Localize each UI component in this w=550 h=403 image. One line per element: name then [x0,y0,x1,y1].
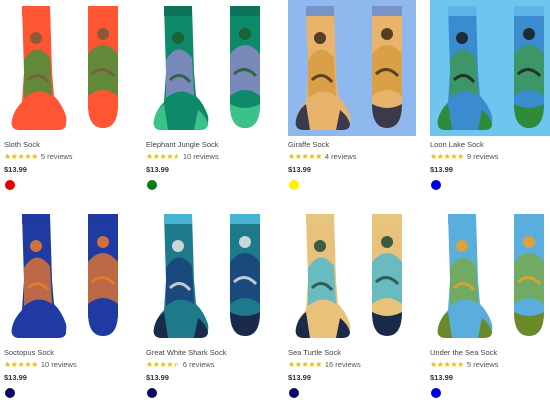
color-swatch[interactable] [5,180,15,190]
product-image[interactable] [4,208,132,344]
color-swatch[interactable] [5,388,15,398]
product-image[interactable] [146,208,274,344]
product-card[interactable]: Soctopus Sock ★★★★★ ★★★★★ 10 reviews $13… [4,208,132,403]
product-price: $13.99 [288,165,311,174]
product-name[interactable]: Soctopus Sock [4,348,54,357]
product-image[interactable] [430,208,550,344]
product-rating[interactable]: ★★★★★ ★★★★★ 5 reviews [4,152,73,161]
product-name[interactable]: Sea Turtle Sock [288,348,341,357]
product-card[interactable]: Elephant Jungle Sock ★★★★★ ★★★★★ 10 revi… [146,0,274,195]
star-rating-icon: ★★★★★ ★★★★★ [288,360,322,369]
star-rating-fill: ★★★★★ [288,360,322,369]
product-rating[interactable]: ★★★★★ ★★★★★ 10 reviews [4,360,77,369]
star-rating-fill: ★★★★★ [4,360,38,369]
product-price: $13.99 [430,165,453,174]
product-name[interactable]: Loon Lake Sock [430,140,484,149]
star-rating-fill: ★★★★★ [430,152,464,161]
star-rating-fill: ★★★★★ [4,152,38,161]
product-card[interactable]: Giraffe Sock ★★★★★ ★★★★★ 4 reviews $13.9… [288,0,416,195]
product-price: $13.99 [430,373,453,382]
product-rating[interactable]: ★★★★★ ★★★★★ 10 reviews [146,152,219,161]
product-rating[interactable]: ★★★★★ ★★★★★ 5 reviews [430,360,499,369]
product-price: $13.99 [146,373,169,382]
star-rating-icon: ★★★★★ ★★★★★ [146,360,180,369]
star-rating-icon: ★★★★★ ★★★★★ [4,360,38,369]
product-price: $13.99 [4,373,27,382]
product-image[interactable] [288,208,416,344]
star-rating-fill: ★★★★★ [146,360,176,369]
color-swatch[interactable] [431,388,441,398]
product-name[interactable]: Under the Sea Sock [430,348,497,357]
star-rating-icon: ★★★★★ ★★★★★ [4,152,38,161]
review-count[interactable]: 4 reviews [325,152,357,161]
product-rating[interactable]: ★★★★★ ★★★★★ 6 reviews [146,360,215,369]
star-rating-icon: ★★★★★ ★★★★★ [146,152,180,161]
product-image[interactable] [4,0,132,136]
review-count[interactable]: 10 reviews [183,152,219,161]
product-rating[interactable]: ★★★★★ ★★★★★ 9 reviews [430,152,499,161]
product-price: $13.99 [4,165,27,174]
product-card[interactable]: Sea Turtle Sock ★★★★★ ★★★★★ 16 reviews $… [288,208,416,403]
review-count[interactable]: 5 reviews [41,152,73,161]
color-swatch[interactable] [289,388,299,398]
product-price: $13.99 [146,165,169,174]
review-count[interactable]: 9 reviews [467,152,499,161]
star-rating-fill: ★★★★★ [430,360,464,369]
product-image[interactable] [430,0,550,136]
product-rating[interactable]: ★★★★★ ★★★★★ 4 reviews [288,152,357,161]
product-name[interactable]: Sloth Sock [4,140,40,149]
product-name[interactable]: Giraffe Sock [288,140,329,149]
star-rating-icon: ★★★★★ ★★★★★ [288,152,322,161]
review-count[interactable]: 6 reviews [183,360,215,369]
star-rating-fill: ★★★★★ [288,152,322,161]
product-name[interactable]: Elephant Jungle Sock [146,140,219,149]
product-grid: Sloth Sock ★★★★★ ★★★★★ 5 reviews $13.99 [0,0,550,403]
product-image[interactable] [146,0,274,136]
star-rating-fill: ★★★★★ [146,152,178,161]
product-price: $13.99 [288,373,311,382]
color-swatch[interactable] [289,180,299,190]
review-count[interactable]: 16 reviews [325,360,361,369]
product-card[interactable]: Loon Lake Sock ★★★★★ ★★★★★ 9 reviews $13… [430,0,550,195]
color-swatch[interactable] [147,180,157,190]
product-card[interactable]: Under the Sea Sock ★★★★★ ★★★★★ 5 reviews… [430,208,550,403]
product-image[interactable] [288,0,416,136]
product-card[interactable]: Sloth Sock ★★★★★ ★★★★★ 5 reviews $13.99 [4,0,132,195]
product-card[interactable]: Great White Shark Sock ★★★★★ ★★★★★ 6 rev… [146,208,274,403]
color-swatch[interactable] [147,388,157,398]
review-count[interactable]: 10 reviews [41,360,77,369]
product-name[interactable]: Great White Shark Sock [146,348,226,357]
review-count[interactable]: 5 reviews [467,360,499,369]
product-rating[interactable]: ★★★★★ ★★★★★ 16 reviews [288,360,361,369]
star-rating-icon: ★★★★★ ★★★★★ [430,360,464,369]
color-swatch[interactable] [431,180,441,190]
star-rating-icon: ★★★★★ ★★★★★ [430,152,464,161]
